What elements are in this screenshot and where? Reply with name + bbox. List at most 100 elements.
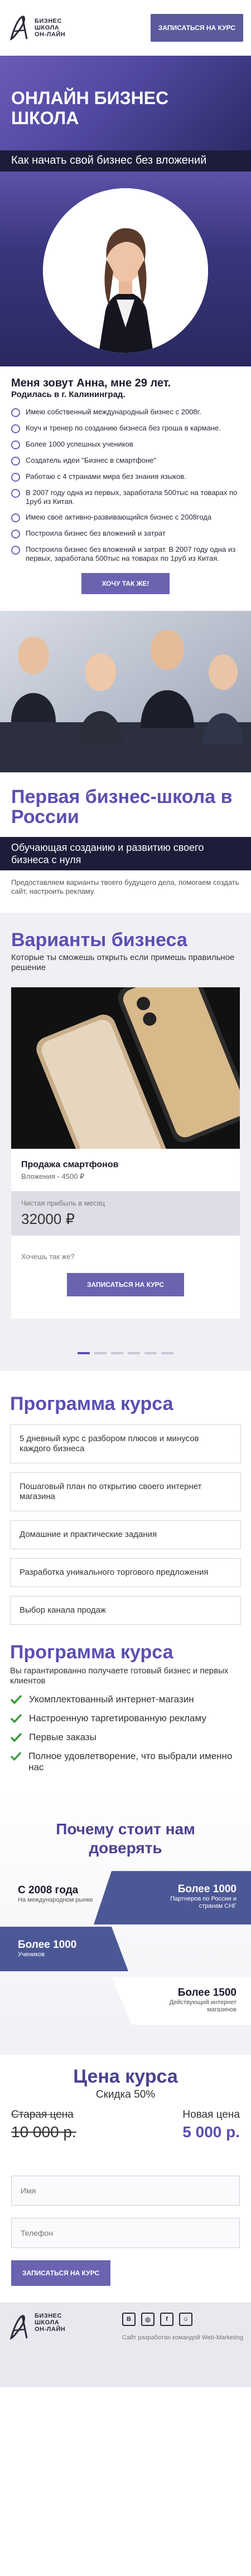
about-item-text: Построила бизнес без вложений и затрат. … [26, 545, 236, 562]
about-item-text: Работаю с 4 странами мира без знания язы… [26, 472, 186, 481]
circle-bullet-icon [11, 457, 20, 466]
stat-number: Более 1000 [18, 1939, 77, 1951]
profit-label: Чистая прибыль в месяц [21, 1199, 105, 1207]
profit-value: 32000 ₽ [21, 1211, 75, 1227]
first-school-text: Предоставляем варианты твоего будущего д… [11, 878, 239, 895]
guarantee-text: Полное удовлетворение, что выбрали именн… [28, 1751, 233, 1772]
circle-bullet-icon [11, 530, 20, 538]
about-item-text: В 2007 году одна из первых, заработала 5… [26, 488, 238, 506]
card-investment: Вложения - 4500 ₽ [21, 1172, 85, 1181]
slider-dot[interactable] [111, 1352, 123, 1354]
slider-dot[interactable] [161, 1352, 173, 1354]
hero-section: Онлайн бизнес школа [0, 56, 251, 150]
hero-subtitle: Как начать свой бизнес без вложений [0, 150, 251, 172]
phone-field[interactable] [11, 2218, 240, 2248]
card-body: Продажа смартфонов Вложения - 4500 ₽ [11, 1149, 240, 1191]
guarantee-text: Первые заказы [29, 1732, 96, 1742]
footer-right: B ◎ f ☺ Сайт разработан командой Web-Mar… [122, 2313, 243, 2377]
stat-number: Более 1000 [177, 1883, 236, 1895]
footer-credit: Сайт разработан командой Web-Marketing [122, 2334, 243, 2341]
circle-bullet-icon [11, 546, 20, 555]
name-field[interactable] [11, 2176, 240, 2206]
program-item: Домашние и практические задания [10, 1520, 241, 1549]
form-submit-button[interactable]: Записаться на курс [11, 2260, 111, 2286]
first-school-section: Первая бизнес-школа в России [0, 772, 251, 837]
stat-stores: Более 1500 Действующий интернет магазино… [139, 1981, 245, 2021]
stat-number: Более 1500 [177, 1987, 236, 1999]
guarantee-list: Укомплектованный интернет-магазин Настро… [10, 1694, 241, 1773]
circle-bullet-icon [11, 513, 20, 522]
about-item-text: Более 1000 успешных учеников [26, 440, 133, 448]
check-icon [10, 1713, 22, 1723]
guarantee-item: Первые заказы [10, 1732, 241, 1743]
about-list-item: Построила бизнес без вложений и затрат. … [11, 545, 240, 563]
logo-line: БИЗНЕС [35, 2313, 62, 2319]
about-list: Имею собственный международный бизнес с … [11, 408, 240, 563]
slider-dot[interactable] [128, 1352, 140, 1354]
program-section: Программа курса 5 дневный курс с разборо… [0, 1371, 251, 1786]
old-price-label: Старая цена [11, 2109, 74, 2120]
team-photo [0, 611, 251, 772]
variants-title: Варианты бизнеса [11, 929, 187, 951]
header-signup-button[interactable]: Записаться на курс [150, 14, 243, 42]
smartphone-illustration [11, 987, 240, 1149]
old-price-block: Старая цена 10 000 р. [11, 2109, 76, 2141]
logo-line: БИЗНЕС [35, 18, 62, 25]
program-item: Пошаговый план по открытию своего интерн… [10, 1472, 241, 1511]
smartphone-image [11, 987, 240, 1149]
founder-portrait-image [43, 188, 208, 353]
facebook-icon[interactable]: f [160, 2313, 173, 2326]
guarantee-text: Укомплектованный интернет-магазин [29, 1694, 194, 1705]
about-list-item: В 2007 году одна из первых, заработала 5… [11, 488, 240, 506]
slider-dot[interactable] [94, 1352, 107, 1354]
about-item-text: Имею собственный международный бизнес с … [26, 408, 201, 416]
circle-bullet-icon [11, 473, 20, 482]
profit-box: Чистая прибыль в месяц 32000 ₽ [11, 1191, 240, 1236]
stat-students: Более 1000 Учеников [9, 1933, 85, 1973]
check-icon [10, 1732, 22, 1742]
slider-dot[interactable] [78, 1352, 90, 1354]
first-school-title: Первая бизнес-школа в России [11, 786, 233, 827]
check-icon [10, 1695, 22, 1705]
stat-since: С 2008 года На международном рынке [9, 1879, 102, 1919]
want-same-button[interactable]: Хочу так же! [81, 573, 170, 594]
about-item-text: Коуч и тренер по созданию бизнеса без гр… [26, 424, 221, 432]
stat-partners: Более 1000 Партнеров по России и странам… [139, 1878, 245, 1918]
social-links: B ◎ f ☺ [122, 2313, 243, 2326]
ok-icon[interactable]: ☺ [178, 2313, 192, 2326]
footer-logo[interactable]: БИЗНЕС ШКОЛА ОН-ЛАЙН [8, 2313, 65, 2377]
card-signup-button[interactable]: Записаться на курс [66, 1273, 185, 1296]
about-list-item: Создатель идеи "Бизнес в смартфоне" [11, 456, 240, 466]
logo-line: ШКОЛА [35, 2319, 60, 2326]
logo-line: ОН-ЛАЙН [35, 31, 66, 38]
hero-title: Онлайн бизнес школа [11, 88, 169, 128]
price-discount: Скидка 50% [95, 2089, 156, 2100]
vk-icon[interactable]: B [122, 2313, 136, 2326]
new-price-block: Новая цена 5 000 р. [182, 2109, 240, 2141]
card-cta-wrap: Записаться на курс [11, 1273, 240, 1319]
about-item-text: Построила бизнес без вложений и затрат [26, 529, 166, 537]
instagram-icon[interactable]: ◎ [141, 2313, 155, 2326]
site-footer: БИЗНЕС ШКОЛА ОН-ЛАЙН B ◎ f ☺ Сайт разраб… [0, 2303, 251, 2387]
logo[interactable]: БИЗНЕС ШКОЛА ОН-ЛАЙН [8, 13, 65, 42]
about-list-item: Построила бизнес без вложений и затрат [11, 529, 240, 538]
logo-text: БИЗНЕС ШКОЛА ОН-ЛАЙН [35, 18, 65, 38]
new-price-label: Новая цена [182, 2109, 240, 2120]
site-header: БИЗНЕС ШКОЛА ОН-ЛАЙН Записаться на курс [0, 0, 251, 56]
price-section: Цена курса Скидка 50% Старая цена 10 000… [0, 2055, 251, 2158]
about-list-item: Коуч и тренер по созданию бизнеса без гр… [11, 424, 240, 433]
logo-mark-icon [9, 2315, 28, 2340]
circle-bullet-icon [11, 489, 20, 498]
stat-caption: Действующий интернет магазинов [169, 1999, 236, 2013]
stats-block: С 2008 года На международном рынке Более… [0, 1871, 251, 2038]
variants-subtitle: Которые ты сможешь открыть если примешь … [11, 953, 235, 972]
guarantee-item: Полное удовлетворение, что выбрали именн… [10, 1751, 241, 1773]
program-item: Разработка уникального торгового предлож… [10, 1558, 241, 1587]
signup-form: Записаться на курс [0, 2158, 251, 2303]
business-card: Продажа смартфонов Вложения - 4500 ₽ Чис… [11, 987, 240, 1319]
about-subtitle: Родилась в г. Калининград. [11, 390, 126, 399]
guarantee-title: Программа курса [10, 1642, 173, 1663]
about-item-text: Имею своё активно-развивающийся бизнес с… [26, 513, 212, 521]
guarantee-item: Настроенную таргетированную рекламу [10, 1713, 241, 1724]
slider-dot[interactable] [144, 1352, 157, 1354]
